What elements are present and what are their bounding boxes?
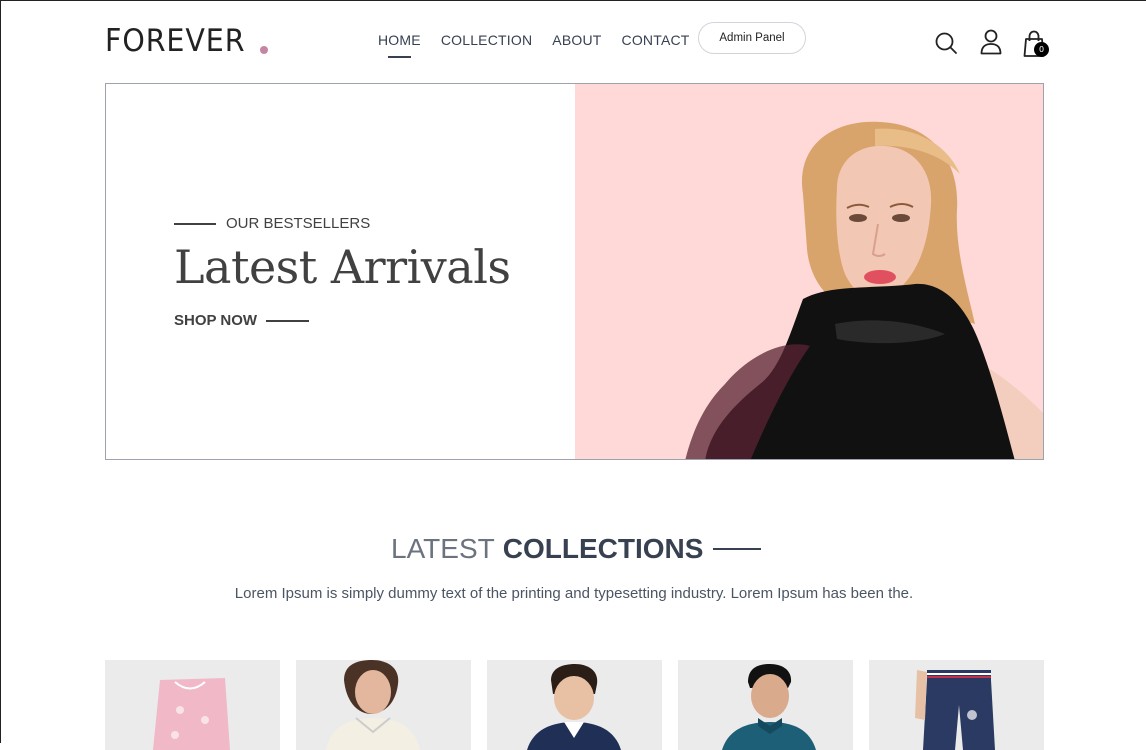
product-image [153,678,230,750]
brand-name: FOREVER [105,23,246,59]
admin-panel-button[interactable]: Admin Panel [698,22,806,54]
nav-collection[interactable]: COLLECTION [441,32,532,48]
section-title: LATEST COLLECTIONS [391,533,762,565]
product-image [527,664,621,750]
section-title-line [713,548,762,550]
product-image [326,660,420,750]
product-card[interactable] [105,660,280,750]
product-card[interactable] [869,660,1044,750]
nav-contact[interactable]: CONTACT [622,32,690,48]
model-illustration [685,121,1043,459]
hero-title: Latest Arrivals [174,240,511,294]
product-card[interactable] [487,660,662,750]
hero-eyebrow: OUR BESTSELLERS [174,215,370,232]
nav-about[interactable]: ABOUT [552,32,601,48]
product-grid [105,660,1044,750]
product-image [722,664,816,750]
brand-dot [259,46,268,54]
shop-now-link[interactable]: SHOP NOW [174,312,310,329]
main-nav: HOME COLLECTION ABOUT CONTACT [378,32,690,58]
cart-count-badge: 0 [1034,42,1049,57]
section-title-light: LATEST [391,533,495,564]
shop-now-label: SHOP NOW [174,312,258,329]
eyebrow-label: OUR BESTSELLERS [226,215,371,232]
nav-home[interactable]: HOME [378,32,421,58]
shop-now-line [266,319,310,322]
product-card[interactable] [296,660,471,750]
product-image [915,670,995,750]
hero-banner: OUR BESTSELLERS Latest Arrivals SHOP NOW [105,83,1044,460]
product-card[interactable] [678,660,853,750]
user-icon[interactable] [979,29,1003,55]
hero-text-panel: OUR BESTSELLERS Latest Arrivals SHOP NOW [106,84,575,459]
search-icon[interactable] [934,31,958,55]
eyebrow-line [174,222,216,225]
hero-image [575,84,1043,459]
section-title-bold: COLLECTIONS [502,533,704,564]
brand-logo[interactable]: FOREVER [105,23,268,57]
section-description: Lorem Ipsum is simply dummy text of the … [234,585,914,602]
